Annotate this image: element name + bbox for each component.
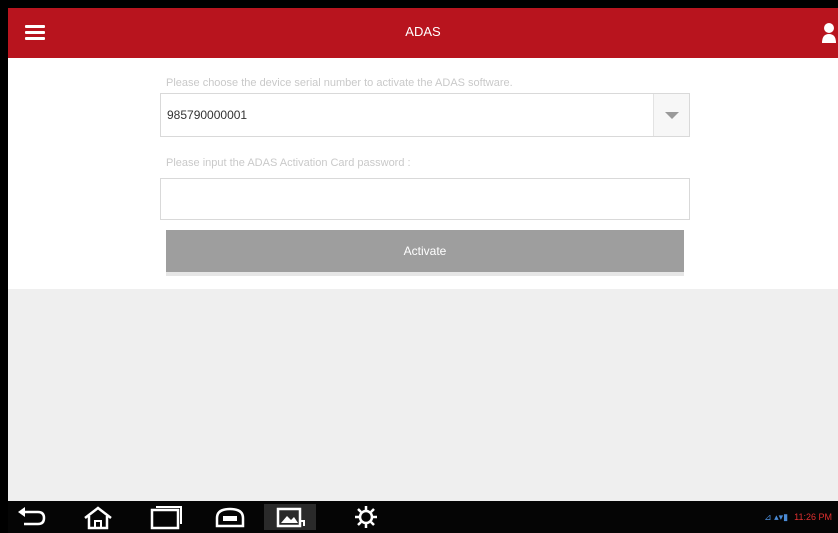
activation-form: Please choose the device serial number t… — [8, 58, 838, 289]
activate-button[interactable]: Activate — [166, 230, 684, 272]
empty-content-area — [8, 289, 838, 501]
vci-icon[interactable] — [212, 504, 248, 530]
user-icon[interactable] — [822, 22, 836, 44]
status-icons: ⊿ ▴▾▮ — [764, 512, 789, 522]
back-icon[interactable] — [14, 504, 50, 530]
settings-icon[interactable] — [348, 504, 384, 530]
serial-number-dropdown[interactable]: 985790000001 — [160, 93, 690, 137]
activation-password-input[interactable] — [160, 178, 690, 220]
app-window: ADAS Please choose the device serial num… — [8, 8, 838, 533]
serial-number-value: 985790000001 — [167, 108, 248, 122]
clock-text: 11:26 PM — [794, 512, 832, 522]
button-shadow — [166, 272, 684, 276]
status-area: ⊿ ▴▾▮ 11:26 PM — [764, 512, 832, 523]
chevron-down-icon — [665, 112, 679, 119]
serial-prompt: Please choose the device serial number t… — [166, 77, 513, 89]
top-app-bar: ADAS — [8, 8, 838, 58]
screenshot-icon[interactable] — [264, 504, 316, 530]
password-prompt: Please input the ADAS Activation Card pa… — [166, 157, 411, 169]
system-nav-bar: ⊿ ▴▾▮ 11:26 PM — [8, 501, 838, 533]
dropdown-button[interactable] — [653, 94, 689, 136]
home-icon[interactable] — [80, 504, 116, 530]
recent-apps-icon[interactable] — [148, 504, 184, 530]
page-title: ADAS — [405, 24, 441, 39]
